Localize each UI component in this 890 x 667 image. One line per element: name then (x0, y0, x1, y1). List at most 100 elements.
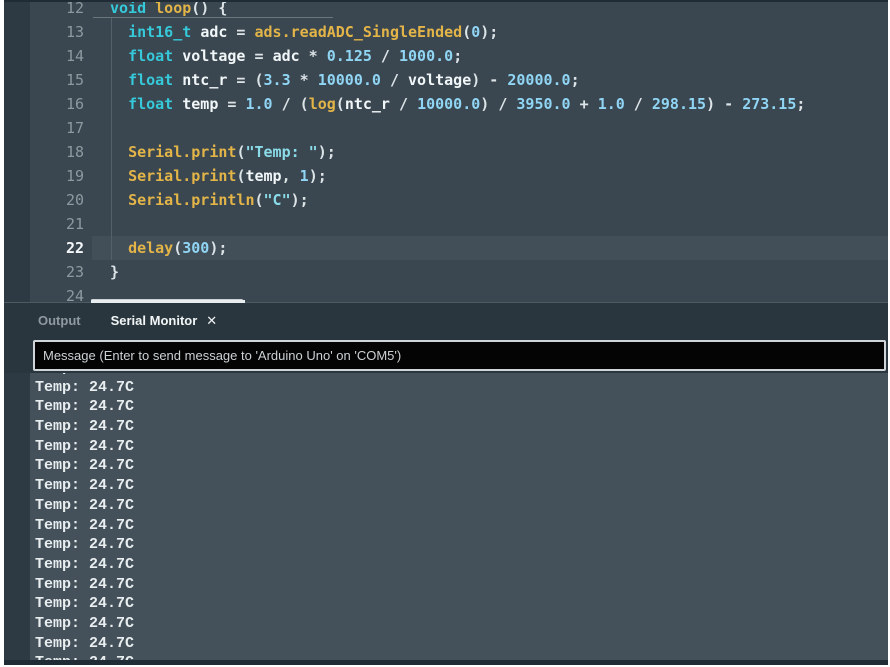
code-line[interactable]: int16_t adc = ads.readADC_SingleEnded(0)… (92, 20, 888, 44)
code-token: float (128, 71, 173, 89)
code-token: ) - (706, 95, 742, 113)
close-icon[interactable]: ✕ (206, 313, 217, 329)
code-token (110, 23, 128, 41)
serial-monitor-output[interactable]: Temp: 24.7CTemp: 24.7CTemp: 24.7CTemp: 2… (4, 373, 888, 660)
code-token: 0 (471, 23, 480, 41)
line-number: 22 (30, 236, 92, 260)
line-number: 21 (30, 212, 92, 236)
arduino-ide-workspace: 12131415161718192021222324 void loop() {… (4, 0, 888, 665)
code-token: ( (462, 23, 471, 41)
code-token: } (110, 263, 119, 281)
code-line[interactable]: Serial.print(temp, 1); (92, 164, 888, 188)
code-line[interactable]: float temp = 1.0 / (log(ntc_r / 10000.0)… (92, 92, 888, 116)
serial-line: Temp: 24.7C (35, 575, 888, 595)
bottom-panel-tabbar: Output Serial Monitor ✕ (4, 302, 888, 338)
code-line[interactable] (92, 212, 888, 236)
line-number: 20 (30, 188, 92, 212)
code-token: + (571, 95, 598, 113)
code-token (110, 143, 128, 161)
code-token: = (218, 95, 245, 113)
line-number: 16 (30, 92, 92, 116)
indent-guide (111, 18, 112, 260)
code-token (173, 95, 182, 113)
line-number: 17 (30, 116, 92, 140)
code-token: int16_t (128, 23, 191, 41)
code-token: temp (245, 167, 281, 185)
code-token: ); (318, 143, 336, 161)
code-token: Serial.print (128, 167, 236, 185)
serial-line: Temp: 24.7C (35, 437, 888, 457)
code-line[interactable]: Serial.print("Temp: "); (92, 140, 888, 164)
code-token: ) / (480, 95, 516, 113)
code-token: * (300, 47, 327, 65)
editor-left-margin (4, 2, 30, 302)
code-area[interactable]: void loop() { int16_t adc = ads.readADC_… (92, 2, 888, 302)
serial-line: Temp: 24.7C (35, 496, 888, 516)
code-token: / (381, 71, 408, 89)
code-token (110, 95, 128, 113)
tab-output[interactable]: Output (38, 303, 81, 338)
code-token (173, 47, 182, 65)
code-token: 300 (182, 239, 209, 257)
code-editor[interactable]: 12131415161718192021222324 void loop() {… (4, 2, 888, 302)
serial-line: Temp: 24.7C (35, 516, 888, 536)
serial-left-margin (4, 373, 30, 660)
code-token: 3950.0 (516, 95, 570, 113)
serial-line: Temp: 24.7C (35, 614, 888, 634)
app-window: 12131415161718192021222324 void loop() {… (0, 0, 890, 667)
code-token: log (309, 95, 336, 113)
code-token: float (128, 95, 173, 113)
code-token: ( (336, 95, 345, 113)
tab-serial-monitor[interactable]: Serial Monitor (111, 303, 198, 338)
code-token (110, 47, 128, 65)
code-line[interactable]: float ntc_r = (3.3 * 10000.0 / voltage) … (92, 68, 888, 92)
code-token: ); (480, 23, 498, 41)
code-token: 10000.0 (318, 71, 381, 89)
bottom-divider (4, 660, 888, 665)
code-line[interactable]: Serial.println("C"); (92, 188, 888, 212)
serial-line: Temp: 24.7C (35, 555, 888, 575)
code-token (110, 167, 128, 185)
code-token: void (110, 2, 146, 17)
code-token: 1.0 (245, 95, 272, 113)
code-token: ; (571, 71, 580, 89)
code-token: voltage (182, 47, 245, 65)
line-number: 13 (30, 20, 92, 44)
code-token: ( (255, 191, 264, 209)
code-token: ads.readADC_SingleEnded (255, 23, 463, 41)
code-line[interactable] (92, 116, 888, 140)
line-number: 18 (30, 140, 92, 164)
code-token: 273.15 (742, 95, 796, 113)
code-token: / ( (273, 95, 309, 113)
sticky-scope-underline (93, 17, 333, 18)
code-token: = (227, 23, 254, 41)
line-number: 14 (30, 44, 92, 68)
code-token: ; (453, 47, 462, 65)
code-line[interactable]: delay(300); (92, 236, 888, 260)
code-token: ); (209, 239, 227, 257)
code-token: adc (200, 23, 227, 41)
line-number: 24 (30, 284, 92, 302)
line-number: 15 (30, 68, 92, 92)
code-token: () { (191, 2, 227, 17)
code-token: ); (309, 167, 327, 185)
code-token: adc (273, 47, 300, 65)
serial-message-input[interactable] (33, 340, 886, 371)
serial-line: Temp: 24.7C (35, 594, 888, 614)
code-line[interactable]: } (92, 260, 888, 284)
code-token: 3.3 (264, 71, 291, 89)
code-token: 1000.0 (399, 47, 453, 65)
code-token: ) - (471, 71, 507, 89)
code-token: = (245, 47, 272, 65)
code-token: * (291, 71, 318, 89)
code-token: Serial.print (128, 143, 236, 161)
code-token: ntc_r (182, 71, 227, 89)
code-line[interactable]: float voltage = adc * 0.125 / 1000.0; (92, 44, 888, 68)
code-token: voltage (408, 71, 471, 89)
code-token (191, 23, 200, 41)
code-token: 298.15 (652, 95, 706, 113)
code-token: / (625, 95, 652, 113)
code-token: loop (155, 2, 191, 17)
code-token (110, 191, 128, 209)
code-token: ( (173, 239, 182, 257)
